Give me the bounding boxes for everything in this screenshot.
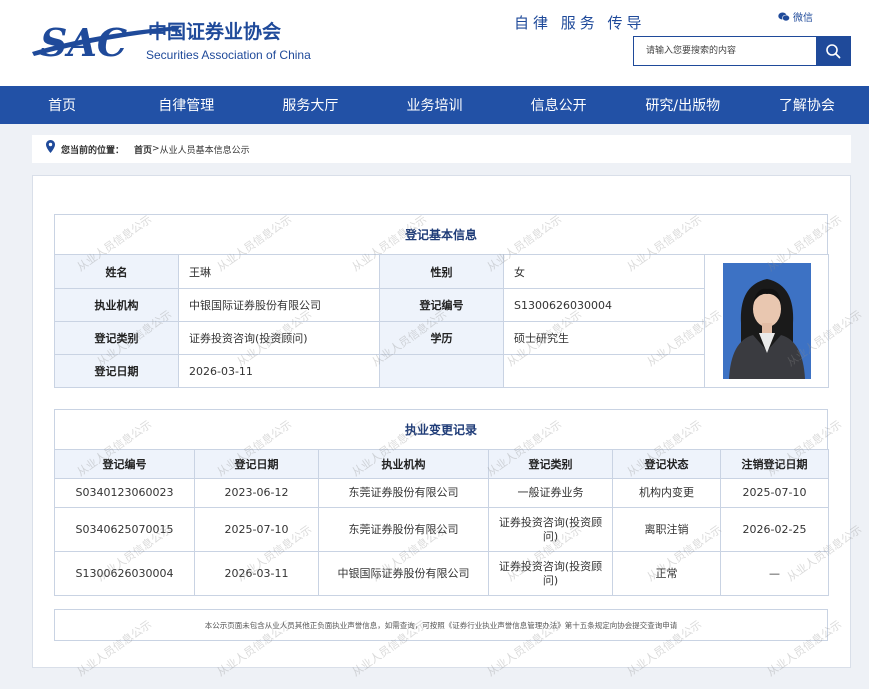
- nav-item-home[interactable]: 首页: [0, 86, 124, 124]
- cell-status: 离职注销: [612, 507, 721, 552]
- cell-org: 东莞证券股份有限公司: [318, 478, 489, 508]
- label-education: 学历: [379, 321, 504, 355]
- logo-en-name: Securities Association of China: [146, 48, 311, 62]
- cell-category: 证券投资咨询(投资顾问): [488, 507, 613, 552]
- breadcrumb: 您当前的位置： 首页 > 从业人员基本信息公示: [32, 135, 851, 163]
- table-row: S0340625070015 2025-07-10 东莞证券股份有限公司 证券投…: [54, 507, 829, 552]
- column-header: 注销登记日期: [720, 449, 829, 479]
- label-org: 执业机构: [54, 288, 179, 322]
- table-header-row: 登记编号 登记日期 执业机构 登记类别 登记状态 注销登记日期: [54, 449, 829, 479]
- label-category: 登记类别: [54, 321, 179, 355]
- breadcrumb-home[interactable]: 首页: [134, 143, 152, 156]
- logo-mark: SAC: [40, 20, 127, 65]
- cell-reg-date: 2026-03-11: [194, 551, 319, 596]
- cell-reg-no: S0340625070015: [54, 507, 195, 552]
- basic-info-table: 姓名 王琳 性别 女 执业机构 中银国际证券股份有限公司 登记编号 S13006…: [54, 254, 829, 388]
- cell-reg-date: 2025-07-10: [194, 507, 319, 552]
- breadcrumb-current: 从业人员基本信息公示: [159, 145, 250, 156]
- cell-category: 一般证券业务: [488, 478, 613, 508]
- table-row: S1300626030004 2026-03-11 中银国际证券股份有限公司 证…: [54, 551, 829, 596]
- column-header: 执业机构: [318, 449, 489, 479]
- wechat-icon: [778, 12, 790, 21]
- label-empty: [379, 354, 504, 388]
- nav-item-about[interactable]: 了解协会: [745, 86, 869, 124]
- sac-logo[interactable]: SAC 中国证券业协会 Securities Association of Ch…: [30, 14, 350, 66]
- cell-category: 证券投资咨询(投资顾问): [488, 551, 613, 596]
- breadcrumb-separator: >: [152, 144, 160, 154]
- value-reg-no: S1300626030004: [503, 288, 705, 322]
- search-input[interactable]: [634, 37, 816, 65]
- breadcrumb-label: 您当前的位置：: [61, 145, 125, 156]
- cell-reg-no: S1300626030004: [54, 551, 195, 596]
- nav-item-self-regulation[interactable]: 自律管理: [124, 86, 248, 124]
- location-pin-icon: [46, 139, 55, 153]
- basic-info-title: 登记基本信息: [54, 214, 828, 254]
- value-name: 王琳: [178, 254, 380, 289]
- cell-org: 东莞证券股份有限公司: [318, 507, 489, 552]
- logo-cn-name: 中国证券业协会: [148, 20, 281, 43]
- person-photo: [723, 263, 811, 379]
- site-header: SAC 中国证券业协会 Securities Association of Ch…: [0, 0, 869, 86]
- column-header: 登记日期: [194, 449, 319, 479]
- column-header: 登记状态: [612, 449, 721, 479]
- change-records-title: 执业变更记录: [54, 409, 828, 449]
- disclaimer-notice: 本公示页面未包含从业人员其他正负面执业声誉信息，如需查询，可按照《证券行业执业声…: [54, 609, 828, 641]
- search-icon: [826, 44, 841, 59]
- cell-cancel-date: —: [720, 551, 829, 596]
- cell-cancel-date: 2025-07-10: [720, 478, 829, 508]
- wechat-label: 微信: [793, 13, 813, 24]
- value-education: 硕士研究生: [503, 321, 705, 355]
- value-empty: [503, 354, 705, 388]
- change-records-table: 登记编号 登记日期 执业机构 登记类别 登记状态 注销登记日期 S0340123…: [54, 449, 829, 596]
- search-button[interactable]: [816, 37, 850, 65]
- cell-status: 正常: [612, 551, 721, 596]
- column-header: 登记编号: [54, 449, 195, 479]
- cell-reg-date: 2023-06-12: [194, 478, 319, 508]
- table-row: S0340123060023 2023-06-12 东莞证券股份有限公司 一般证…: [54, 478, 829, 508]
- label-date: 登记日期: [54, 354, 179, 388]
- label-reg-no: 登记编号: [379, 288, 504, 322]
- value-date: 2026-03-11: [178, 354, 380, 388]
- label-name: 姓名: [54, 254, 179, 289]
- column-header: 登记类别: [488, 449, 613, 479]
- cell-reg-no: S0340123060023: [54, 478, 195, 508]
- nav-item-disclosure[interactable]: 信息公开: [497, 86, 621, 124]
- nav-item-training[interactable]: 业务培训: [372, 86, 496, 124]
- value-gender: 女: [503, 254, 705, 289]
- cell-org: 中银国际证券股份有限公司: [318, 551, 489, 596]
- cell-status: 机构内变更: [612, 478, 721, 508]
- nav-item-service-hall[interactable]: 服务大厅: [248, 86, 372, 124]
- slogan: 自律 服务 传导: [514, 14, 646, 32]
- label-gender: 性别: [379, 254, 504, 289]
- wechat-link[interactable]: 微信: [778, 9, 813, 24]
- cell-cancel-date: 2026-02-25: [720, 507, 829, 552]
- value-category: 证券投资咨询(投资顾问): [178, 321, 380, 355]
- search-box: [633, 36, 851, 66]
- value-org: 中银国际证券股份有限公司: [178, 288, 380, 322]
- nav-item-research[interactable]: 研究/出版物: [621, 86, 745, 124]
- main-nav: 首页 自律管理 服务大厅 业务培训 信息公开 研究/出版物 了解协会: [0, 86, 869, 124]
